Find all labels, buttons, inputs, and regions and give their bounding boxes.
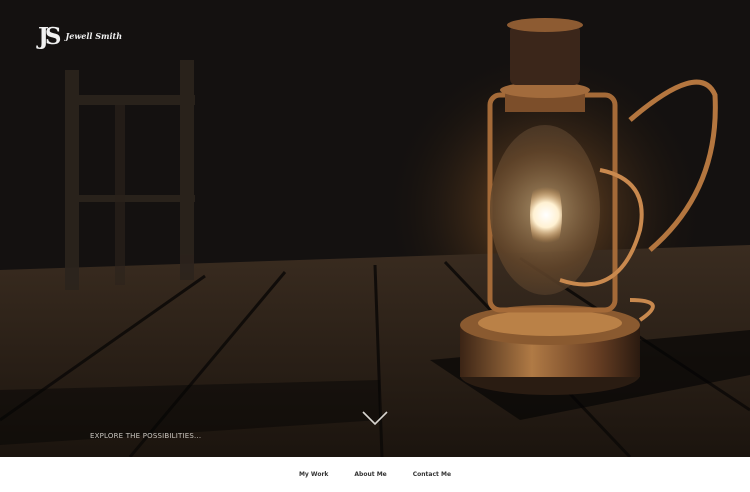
main-navigation: My Work About Me Contact Me — [0, 457, 750, 492]
scroll-down-button[interactable] — [362, 410, 388, 430]
nav-item-contact-me[interactable]: Contact Me — [413, 471, 451, 478]
nav-item-about-me[interactable]: About Me — [354, 471, 386, 478]
hero-background-image — [0, 0, 750, 457]
hero-tagline: EXPLORE THE POSSIBILITIES... — [90, 432, 202, 440]
hero-section: JS Jewell Smith EXPLORE THE POSSIBILITIE… — [0, 0, 750, 457]
logo-name: Jewell Smith — [65, 31, 123, 41]
nav-item-my-work[interactable]: My Work — [299, 471, 328, 478]
logo-monogram: JS — [38, 23, 61, 50]
chevron-down-icon — [362, 411, 388, 426]
site-logo[interactable]: JS Jewell Smith — [38, 23, 123, 50]
